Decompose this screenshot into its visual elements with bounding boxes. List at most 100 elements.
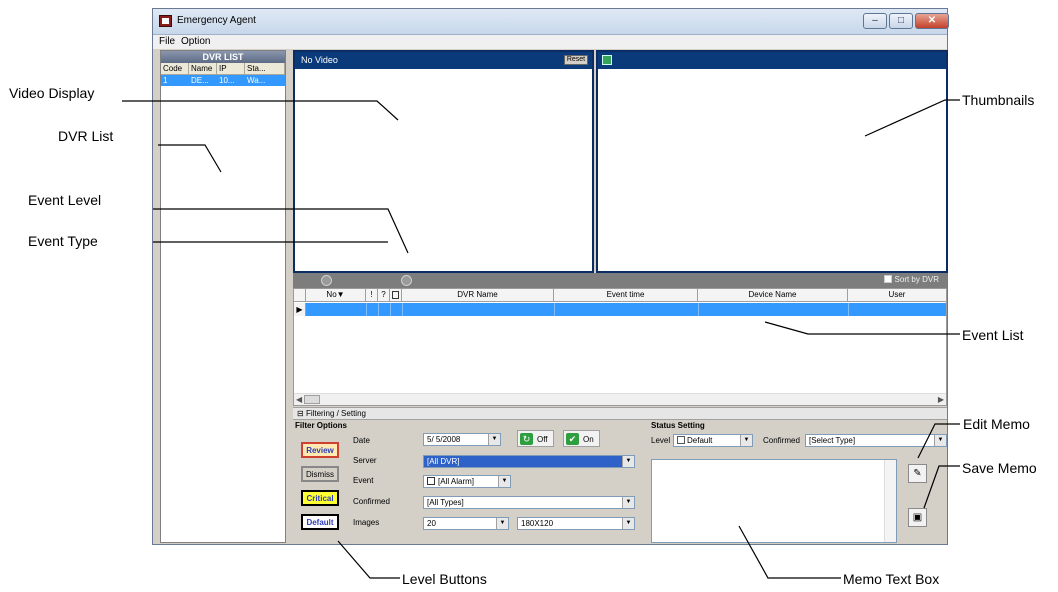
memo-column-icon	[392, 291, 399, 299]
dvr-col-code[interactable]: Code	[161, 63, 189, 74]
chevron-down-icon[interactable]: ▼	[622, 456, 634, 467]
date-label: Date	[353, 436, 370, 445]
memo-text-box[interactable]	[651, 459, 897, 543]
date-picker[interactable]: 5/ 5/2008 ▼	[423, 433, 501, 446]
app-logo-icon	[159, 15, 172, 27]
dvr-col-name[interactable]: Name	[189, 63, 217, 74]
video-display[interactable]: No Video Reset	[293, 50, 594, 273]
dvr-list-panel: DVR LIST Code Name IP Sta... 1 DE... 10.…	[160, 50, 286, 543]
scroll-thumb[interactable]	[304, 395, 320, 404]
sort-by-dvr-label: Sort by DVR	[894, 275, 939, 284]
event-list-table[interactable]: No▼ ! ? DVR Name Event time Device Name …	[293, 288, 947, 406]
images-count-select[interactable]: 20 ▼	[423, 517, 509, 530]
off-button[interactable]: ↻ Off	[517, 430, 554, 447]
thumbnail-view-icon[interactable]	[602, 55, 612, 65]
event-list-row[interactable]	[306, 303, 946, 316]
dvr-cell-name: DE...	[191, 76, 209, 85]
checkbox-icon	[883, 275, 892, 283]
callout-thumbnails: Thumbnails	[962, 92, 1035, 108]
reset-button[interactable]: Reset	[564, 55, 588, 65]
col-user[interactable]: User	[848, 289, 946, 302]
menu-bar: File Option	[153, 35, 947, 49]
confirmed-select[interactable]: [All Types] ▼	[423, 496, 635, 509]
callout-edit-memo: Edit Memo	[963, 416, 1030, 432]
status-confirmed-select[interactable]: [Select Type] ▼	[805, 434, 947, 447]
on-button[interactable]: ✔ On	[563, 430, 600, 447]
sort-by-dvr-checkbox[interactable]: Sort by DVR	[883, 275, 939, 284]
level-color-swatch	[677, 436, 685, 444]
col-event-time[interactable]: Event time	[554, 289, 698, 302]
scroll-left-icon[interactable]: ◀	[296, 394, 302, 406]
callout-level-buttons: Level Buttons	[402, 571, 487, 587]
col-dvr-name[interactable]: DVR Name	[402, 289, 554, 302]
review-button[interactable]: Review	[301, 442, 339, 458]
horizontal-scrollbar[interactable]: ◀ ▶	[294, 393, 946, 405]
status-confirmed-value: [Select Type]	[809, 436, 856, 445]
maximize-button[interactable]: □	[889, 13, 913, 29]
dvr-list-columns: Code Name IP Sta...	[161, 63, 285, 75]
event-select[interactable]: [All Alarm] ▼	[423, 475, 511, 488]
event-value: [All Alarm]	[438, 477, 475, 486]
server-value: [All DVR]	[427, 457, 460, 466]
event-type-indicator-icon[interactable]	[401, 275, 412, 286]
refresh-icon: ↻	[520, 433, 533, 445]
col-device-name[interactable]: Device Name	[698, 289, 848, 302]
chevron-down-icon[interactable]: ▼	[740, 435, 752, 446]
callout-memo-text-box: Memo Text Box	[843, 571, 940, 587]
edit-memo-button[interactable]: ✎	[908, 464, 927, 483]
status-level-value: Default	[687, 436, 713, 445]
window-title: Emergency Agent	[177, 15, 256, 26]
chevron-down-icon[interactable]: ▼	[496, 518, 508, 529]
chevron-down-icon[interactable]: ▼	[622, 497, 634, 508]
dvr-col-ip[interactable]: IP	[217, 63, 245, 74]
edit-memo-icon: ✎	[913, 468, 922, 479]
video-title: No Video	[301, 55, 338, 65]
video-header: No Video Reset	[295, 52, 592, 69]
thumbnails-header	[598, 52, 946, 69]
dvr-list-row[interactable]: 1 DE... 10... Wa...	[161, 75, 285, 86]
callout-event-list: Event List	[962, 327, 1024, 343]
filtering-setting-title: Filtering / Setting	[305, 409, 366, 418]
on-label: On	[583, 435, 594, 444]
off-label: Off	[537, 435, 548, 444]
images-count-value: 20	[427, 519, 436, 528]
col-confirmed[interactable]: ?	[378, 289, 390, 302]
critical-button[interactable]: Critical	[301, 490, 339, 506]
server-select[interactable]: [All DVR] ▼	[423, 455, 635, 468]
status-level-select[interactable]: Default ▼	[673, 434, 753, 447]
callout-save-memo: Save Memo	[962, 460, 1037, 476]
thumbnails-panel[interactable]	[596, 50, 948, 273]
status-level-label: Level	[651, 436, 671, 445]
images-size-value: 180X120	[521, 519, 554, 528]
scroll-right-icon[interactable]: ▶	[938, 394, 944, 406]
close-button[interactable]: ✕	[915, 13, 949, 29]
save-memo-button[interactable]: ▣	[908, 508, 927, 527]
col-event-level[interactable]: !	[366, 289, 378, 302]
minimize-button[interactable]: –	[863, 13, 887, 29]
menu-file[interactable]: File	[159, 36, 175, 47]
chevron-down-icon[interactable]: ▼	[622, 518, 634, 529]
col-memo[interactable]	[390, 289, 402, 302]
menu-option[interactable]: Option	[181, 36, 210, 47]
callout-event-level: Event Level	[28, 192, 102, 208]
default-button[interactable]: Default	[301, 514, 339, 530]
dismiss-button[interactable]: Dismiss	[301, 466, 339, 482]
chevron-down-icon[interactable]: ▼	[488, 434, 500, 445]
filtering-setting-header[interactable]: ⊟ Filtering / Setting	[293, 407, 947, 420]
col-no[interactable]: No▼	[306, 289, 366, 302]
callout-video-display: Video Display	[9, 85, 95, 101]
title-bar[interactable]: Emergency Agent – □ ✕	[153, 9, 949, 35]
chevron-down-icon[interactable]: ▼	[934, 435, 946, 446]
dvr-cell-code: 1	[163, 76, 168, 85]
event-level-indicator-icon[interactable]	[321, 275, 332, 286]
row-indicator-header	[294, 289, 306, 302]
chevron-down-icon[interactable]: ▼	[498, 476, 510, 487]
collapse-icon[interactable]: ⊟	[297, 409, 306, 418]
dvr-col-status[interactable]: Sta...	[245, 63, 285, 74]
filter-options-title: Filter Options	[295, 421, 347, 430]
date-value: 5/ 5/2008	[427, 435, 461, 444]
images-size-select[interactable]: 180X120 ▼	[517, 517, 635, 530]
checkmark-icon: ✔	[566, 433, 579, 445]
event-list-toolbar: Sort by DVR	[293, 273, 947, 288]
memo-scrollbar[interactable]	[884, 460, 896, 542]
